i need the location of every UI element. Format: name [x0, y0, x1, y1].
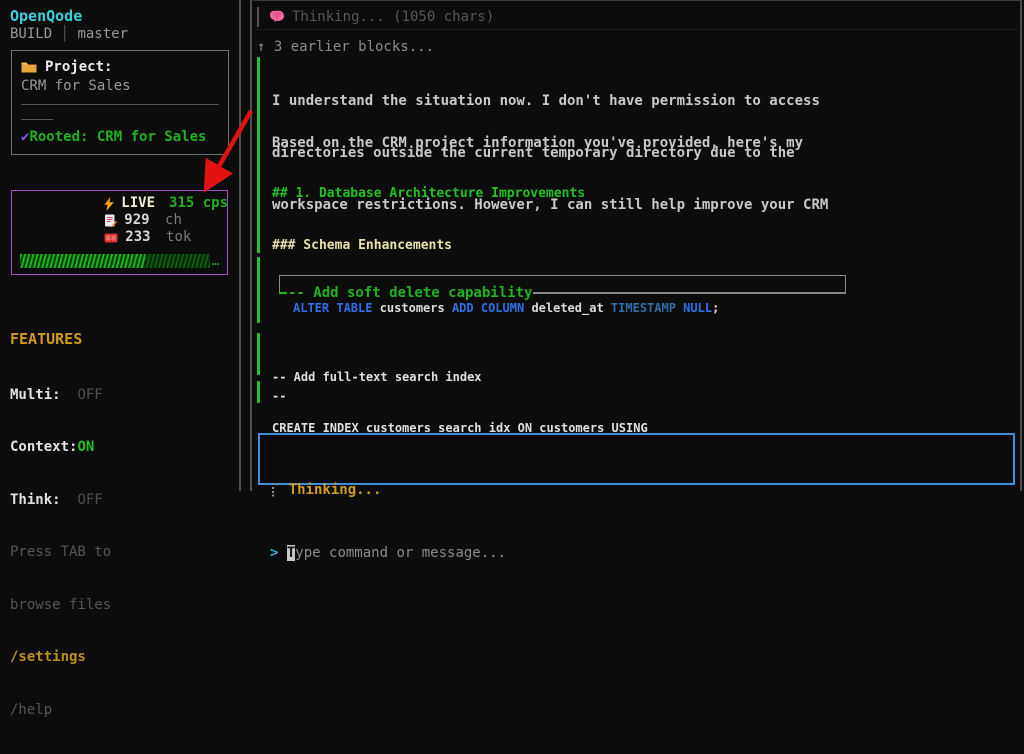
text-cursor: T — [287, 545, 295, 561]
title-rule-left — [279, 292, 287, 294]
chat-panel: Thinking... (1050 chars) ↑ 3 earlier blo… — [253, 0, 1022, 491]
settings-command: /settings — [10, 649, 111, 667]
token-count: 233 — [125, 229, 150, 246]
tab-hint-line1: Press TAB to — [10, 544, 111, 562]
prompt-icon: > — [270, 545, 287, 561]
thinking-status: Thinking... — [289, 482, 382, 498]
header-divider — [253, 29, 1018, 30]
token-unit: tok — [158, 229, 192, 246]
git-branch-label: master — [77, 26, 128, 42]
multi-value: OFF — [77, 387, 102, 403]
markdown-heading-2: ### Schema Enhancements — [257, 207, 452, 253]
assistant-paragraph: Based on the CRM project information you… — [257, 125, 803, 151]
features-panel: FEATURES Multi: OFF Context:ON Think: OF… — [10, 296, 111, 754]
app-title: OpenQode — [10, 7, 82, 25]
memo-icon — [20, 214, 117, 227]
feature-multi: Multi: OFF — [10, 387, 111, 405]
partial-output-block: -- — [257, 381, 286, 403]
char-unit: ch — [157, 212, 182, 229]
features-title: FEATURES — [10, 331, 111, 349]
build-label: BUILD — [10, 26, 52, 42]
sql-statement: ALTER TABLE customers ADD COLUMN deleted… — [293, 301, 719, 315]
code-box-title-row: -- Add soft delete capability — [279, 284, 846, 301]
live-stats-panel: LIVE 315 cps 929 ch 233 tok … — [11, 190, 228, 275]
feature-think: Think: OFF — [10, 492, 111, 510]
sql-comment: -- Add full-text search index — [272, 369, 648, 386]
thinking-header: Thinking... (1050 chars) — [257, 7, 494, 27]
ticket-icon — [20, 233, 118, 243]
project-panel: Project: CRM for Sales ✔Rooted: CRM for … — [11, 50, 229, 155]
feature-context: Context:ON — [10, 439, 111, 457]
earlier-blocks-indicator[interactable]: ↑ 3 earlier blocks... — [257, 39, 434, 55]
folder-icon — [21, 61, 37, 73]
think-value: OFF — [77, 492, 102, 508]
markdown-heading-1: ## 1. Database Architecture Improvements — [257, 157, 585, 201]
cps-value: 315 cps — [169, 195, 228, 212]
char-count: 929 — [124, 212, 149, 229]
thinking-header-text: Thinking... (1050 chars) — [292, 9, 494, 25]
sql-code-block-2: -- Add full-text search index CREATE IND… — [257, 333, 648, 375]
separator: │ — [52, 26, 77, 42]
sidebar: OpenQode BUILD │ master Project: CRM for… — [0, 0, 238, 491]
divider — [21, 104, 219, 105]
lightning-icon — [20, 197, 114, 211]
stream-progress-bar: … — [20, 254, 219, 268]
paragraph-line: I understand the situation now. I don't … — [272, 93, 828, 110]
project-name: CRM for Sales — [21, 78, 219, 94]
rooted-text: Rooted: CRM for Sales — [29, 129, 206, 145]
tab-hint-line2: browse files — [10, 597, 111, 615]
panel-divider-left — [239, 0, 241, 491]
rooted-status: ✔Rooted: CRM for Sales — [21, 129, 206, 145]
build-branch-indicator: BUILD │ master — [10, 26, 128, 42]
paragraph-line: Based on the CRM project information you… — [272, 135, 803, 151]
openqode-terminal: OpenQode BUILD │ master Project: CRM for… — [0, 0, 1024, 491]
progress-ellipsis: … — [212, 256, 219, 266]
divider-short — [21, 119, 53, 120]
sql-code-block: -- Add soft delete capability ALTER TABL… — [257, 257, 260, 323]
sql-comment-title: -- Add soft delete capability — [287, 285, 533, 301]
help-command: /help — [10, 702, 111, 720]
progress-fill — [20, 254, 145, 268]
context-value: ON — [77, 439, 94, 455]
input-placeholder: ype command or message... — [295, 545, 506, 561]
brain-icon — [269, 10, 285, 24]
progress-rest — [145, 254, 209, 268]
live-label: LIVE — [121, 195, 155, 212]
title-rule-right — [533, 292, 846, 294]
spinner-icon: ⡏ — [270, 482, 289, 498]
input-prompt-row[interactable]: > Type command or message... — [270, 543, 1003, 564]
panel-divider-right — [250, 0, 252, 491]
command-input[interactable]: ⡏ Thinking... > Type command or message.… — [258, 433, 1015, 485]
project-label: Project: — [45, 59, 112, 75]
up-arrow-icon: ↑ — [257, 39, 274, 55]
earlier-blocks-text: 3 earlier blocks... — [274, 39, 434, 55]
